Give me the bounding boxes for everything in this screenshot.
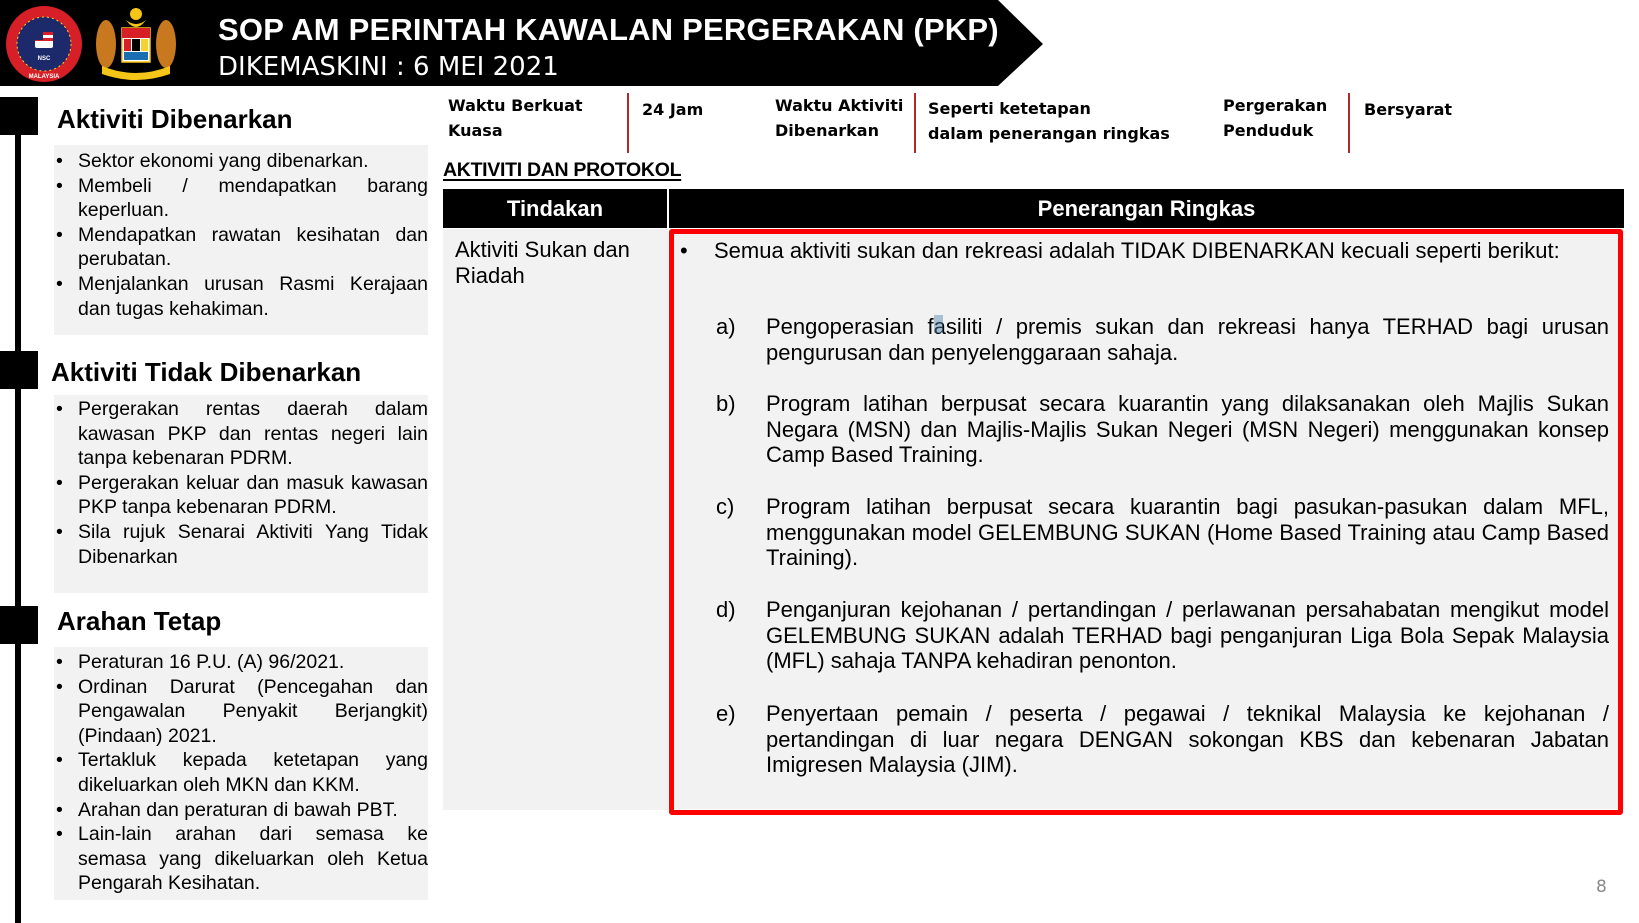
pergerakan-penduduk-value: Bersyarat: [1364, 100, 1453, 119]
text-cursor-highlight: [934, 315, 943, 333]
waktu-berkuat-kuasa-label: Waktu Berkuat Kuasa: [448, 96, 583, 140]
svg-text:MALAYSIA: MALAYSIA: [29, 74, 60, 80]
item-text: Program latihan berpusat secara kuaranti…: [766, 391, 1609, 467]
waktu-aktiviti-label: Waktu Aktiviti Dibenarkan: [775, 96, 904, 140]
list-item: Lain-lain arahan dari semasa ke semasa y…: [56, 822, 428, 896]
divider: [914, 93, 916, 153]
nsc-logo-icon: NSC MALAYSIA: [6, 6, 82, 82]
timeline-line: [15, 105, 21, 923]
item-letter: e): [716, 701, 736, 726]
timeline-marker: [0, 606, 38, 644]
item-letter: b): [716, 391, 736, 416]
table-cell-tindakan: Aktiviti Sukan dan Riadah: [443, 229, 668, 810]
list-item: Membeli / mendapatkan barang keperluan.: [56, 174, 428, 223]
update-date: DIKEMASKINI : 6 MEI 2021: [218, 52, 559, 82]
intro-text: Semua aktiviti sukan dan rekreasi adalah…: [714, 238, 1560, 263]
section-title-aktiviti-dibenarkan: Aktiviti Dibenarkan: [57, 104, 293, 134]
table-header-penerangan: Penerangan Ringkas: [669, 189, 1624, 228]
bullet-icon: •: [680, 238, 688, 263]
divider: [1348, 93, 1350, 153]
section-box-aktiviti-tidak-dibenarkan: Pergerakan rentas daerah dalam kawasan P…: [54, 395, 428, 593]
waktu-berkuat-kuasa-value: 24 Jam: [642, 100, 704, 119]
waktu-aktiviti-value: Seperti ketetapan dalam penerangan ringk…: [928, 99, 1170, 143]
jata-negara-icon: [96, 8, 176, 80]
page-number: 8: [1596, 877, 1607, 897]
section-box-aktiviti-dibenarkan: Sektor ekonomi yang dibenarkan. Membeli …: [54, 145, 428, 335]
item-letter: d): [716, 597, 736, 622]
list-item: Mendapatkan rawatan kesihatan dan peruba…: [56, 223, 428, 272]
item-text: Program latihan berpusat secara kuaranti…: [766, 494, 1609, 570]
timeline-marker: [0, 97, 38, 135]
list-item: Peraturan 16 P.U. (A) 96/2021.: [56, 650, 428, 675]
list-item: Pergerakan keluar dan masuk kawasan PKP …: [56, 471, 428, 520]
section-title-arahan-tetap: Arahan Tetap: [57, 606, 222, 636]
item-text: Pengoperasian fasiliti / premis sukan da…: [766, 314, 1609, 365]
section-box-arahan-tetap: Peraturan 16 P.U. (A) 96/2021. Ordinan D…: [54, 647, 428, 900]
divider: [627, 93, 629, 153]
list-item: Pergerakan rentas daerah dalam kawasan P…: [56, 397, 428, 471]
item-text: Penganjuran kejohanan / pertandingan / p…: [766, 597, 1609, 673]
page-title: SOP AM PERINTAH KAWALAN PERGERAKAN (PKP): [218, 12, 999, 47]
svg-text:NSC: NSC: [38, 56, 51, 62]
pergerakan-penduduk-label: Pergerakan Penduduk: [1223, 96, 1328, 140]
table-header-tindakan: Tindakan: [443, 189, 667, 228]
timeline-marker: [0, 351, 38, 389]
list-item: Arahan dan peraturan di bawah PBT.: [56, 798, 428, 823]
list-item: Tertakluk kepada ketetapan yang dikeluar…: [56, 748, 428, 797]
section-label: AKTIVITI DAN PROTOKOL: [443, 159, 682, 181]
list-item: Ordinan Darurat (Pencegahan dan Pengawal…: [56, 675, 428, 749]
list-item: Menjalankan urusan Rasmi Kerajaan dan tu…: [56, 272, 428, 321]
header-banner: NSC MALAYSIA SOP AM PERINTAH KAWALAN PER…: [0, 0, 1098, 90]
tindakan-text: Aktiviti Sukan dan Riadah: [455, 237, 630, 288]
item-letter: c): [716, 494, 735, 519]
list-item: Sila rujuk Senarai Aktiviti Yang Tidak D…: [56, 520, 428, 569]
section-title-aktiviti-tidak-dibenarkan: Aktiviti Tidak Dibenarkan: [51, 357, 362, 387]
item-letter: a): [716, 314, 736, 339]
list-item: Sektor ekonomi yang dibenarkan.: [56, 149, 428, 174]
item-text: Penyertaan pemain / peserta / pegawai / …: [766, 701, 1609, 777]
